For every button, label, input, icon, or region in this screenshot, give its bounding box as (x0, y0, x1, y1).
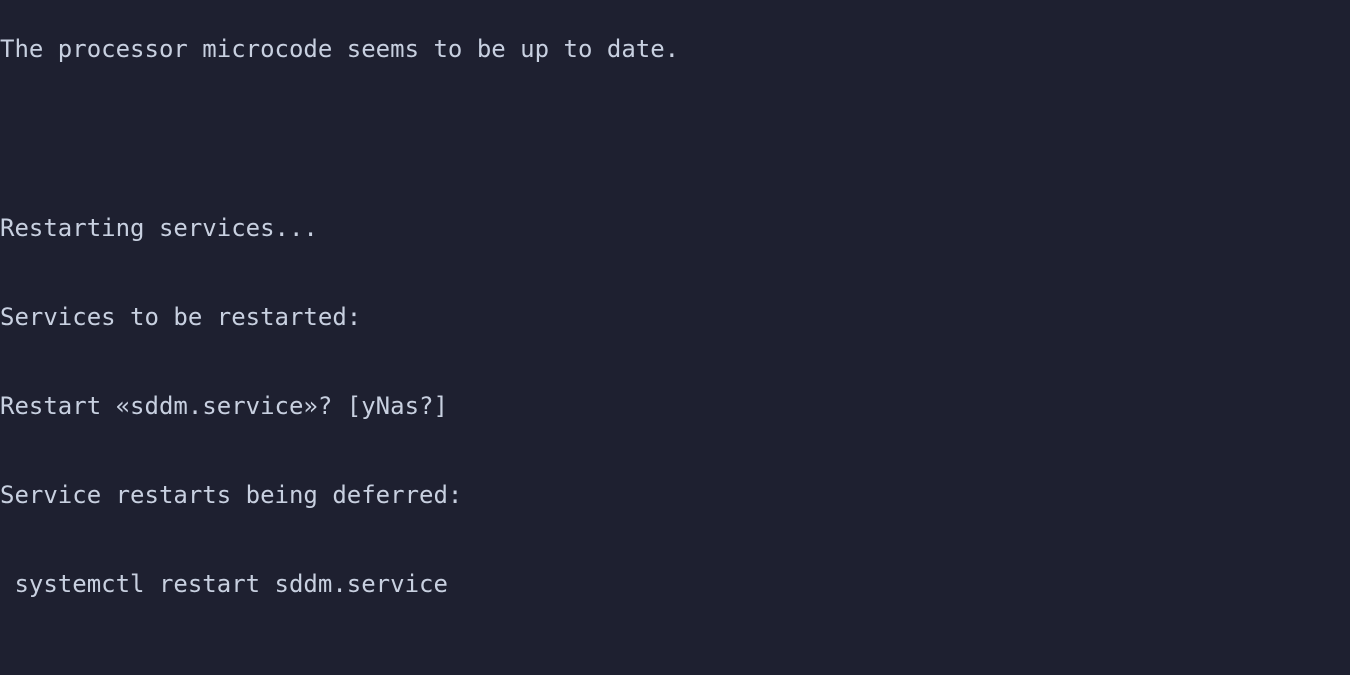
output-line: systemctl restart sddm.service (0, 570, 1350, 600)
blank-line (0, 659, 1350, 675)
output-line: Services to be restarted: (0, 303, 1350, 333)
output-line: Restarting services... (0, 214, 1350, 244)
terminal-output[interactable]: The processor microcode seems to be up t… (0, 0, 1350, 675)
output-line: The processor microcode seems to be up t… (0, 35, 1350, 65)
output-line: Restart «sddm.service»? [yNas?] (0, 392, 1350, 422)
output-line: Service restarts being deferred: (0, 481, 1350, 511)
blank-line (0, 125, 1350, 155)
